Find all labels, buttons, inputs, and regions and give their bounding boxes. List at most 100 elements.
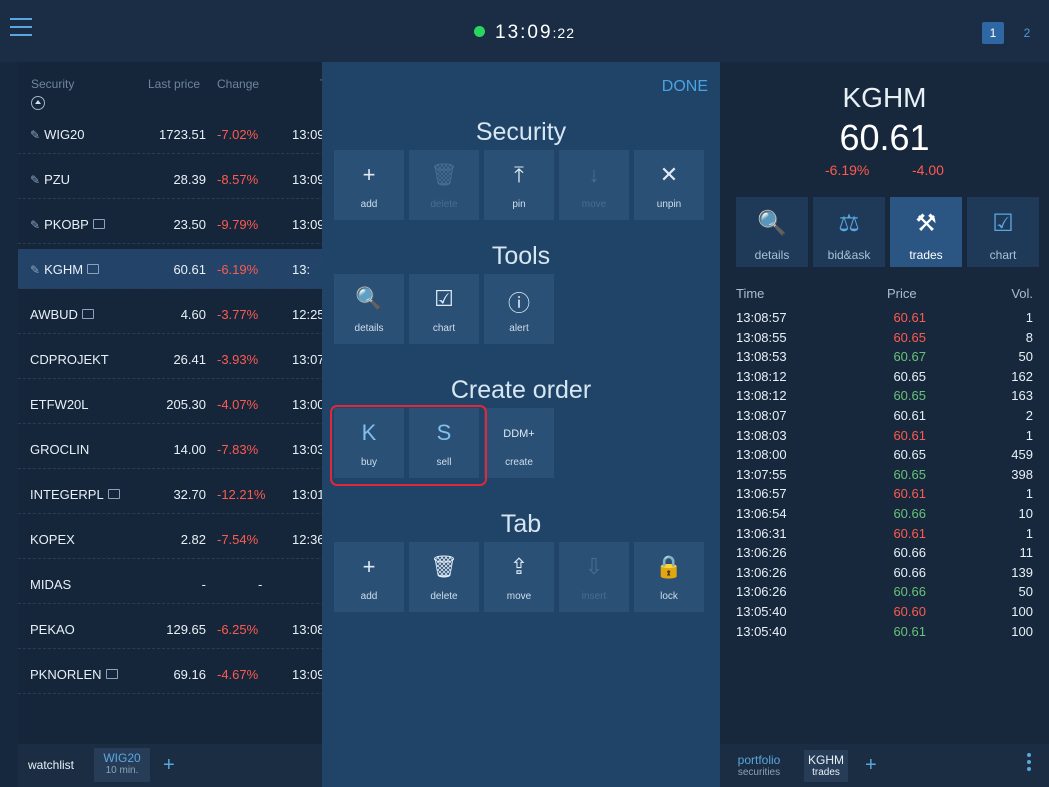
trade-volume: 50 xyxy=(1018,584,1033,600)
security-name-text: WIG20 xyxy=(44,127,85,142)
clock-time: 13:09 xyxy=(495,22,553,43)
order-create-button[interactable]: DDM+ create xyxy=(484,408,554,478)
trade-row: 13:06:26 60.66 11 xyxy=(720,545,1049,565)
detail-ticker: KGHM xyxy=(842,82,927,113)
security-name: INTEGERPL xyxy=(30,487,120,502)
chart-icon: ☑ xyxy=(992,210,1014,237)
tools-alert-button[interactable]: ⓘ alert xyxy=(484,274,554,344)
detail-button-label: details xyxy=(754,248,790,262)
trade-row: 13:08:12 60.65 162 xyxy=(720,369,1049,389)
alert-icon: ⓘ xyxy=(507,291,530,316)
change: -4.07% xyxy=(217,397,259,412)
table-row[interactable]: INTEGERPL 32.70 -12.21% 13:01 xyxy=(18,474,334,514)
tab-portfolio-label: portfolio xyxy=(737,753,781,767)
table-row[interactable]: AWBUD 4.60 -3.77% 12:25 xyxy=(18,294,334,334)
detail-change-abs: -4.00 xyxy=(912,162,944,178)
done-button[interactable]: DONE xyxy=(662,78,708,96)
trade-time: 13:09 xyxy=(292,127,322,142)
table-row[interactable]: GROCLIN 14.00 -7.83% 13:03 xyxy=(18,429,334,469)
tab-portfolio-sub: securities xyxy=(737,767,781,778)
tab-delete-button[interactable]: 🗑 delete xyxy=(409,542,479,612)
tile-label: chart xyxy=(432,323,456,334)
tab-portfolio[interactable]: portfolio securities xyxy=(734,750,784,782)
detail-details-button[interactable]: 🔍 details xyxy=(736,197,808,267)
download-icon: ⇩ xyxy=(584,554,604,579)
tab-kghm-trades[interactable]: KGHM trades xyxy=(804,750,848,782)
tile-label: details xyxy=(354,323,384,334)
detail-trades-button[interactable]: ⚒ trades xyxy=(890,197,962,267)
table-row[interactable]: PKNORLEN 69.16 -4.67% 13:09 xyxy=(18,654,334,694)
detail-button-label: bid&ask xyxy=(827,248,871,262)
table-row[interactable]: ✎ PKOBP 23.50 -9.79% 13:09 xyxy=(18,204,334,244)
security-name: AWBUD xyxy=(30,307,94,322)
trade-price: 60.60 xyxy=(893,604,926,619)
last-price: 4.60 xyxy=(180,307,206,322)
security-pin-button[interactable]: ⤒ pin xyxy=(484,150,554,220)
trade-row: 13:06:57 60.61 1 xyxy=(720,486,1049,506)
sort-ascending-icon[interactable] xyxy=(31,96,45,110)
last-price: 23.50 xyxy=(173,217,206,232)
add-tab-button-right[interactable]: + xyxy=(865,750,877,782)
table-row[interactable]: MIDAS - - xyxy=(18,564,334,604)
tab-watchlist[interactable]: watchlist xyxy=(22,748,80,782)
last-price: 60.61 xyxy=(173,262,206,277)
trade-price: 60.61 xyxy=(893,310,926,325)
add-tab-button[interactable]: + xyxy=(163,748,175,782)
trade-time: 13:00 xyxy=(292,397,322,412)
trade-time: 13:08 xyxy=(292,622,322,637)
tools-chart-button[interactable]: ☑ chart xyxy=(409,274,479,344)
detail-chart-button[interactable]: ☑ chart xyxy=(967,197,1039,267)
trade-time: 13:09 xyxy=(292,667,322,682)
gavel-icon: ⚒ xyxy=(915,210,937,237)
tab-lock-button[interactable]: 🔒 lock xyxy=(634,542,704,612)
col-last-price[interactable]: Last price xyxy=(148,77,200,91)
security-name: CDPROJEKT xyxy=(30,352,109,367)
watchlist-header: Security Last price Change T xyxy=(18,62,334,114)
table-row[interactable]: ETFW20L 205.30 -4.07% 13:00 xyxy=(18,384,334,424)
security-add-button[interactable]: + add xyxy=(334,150,404,220)
trade-time: 13:08:03 xyxy=(736,427,787,443)
pin-icon: ✎ xyxy=(30,263,41,277)
security-name-text: GROCLIN xyxy=(30,442,90,457)
detail-bid-ask-button[interactable]: ⚖ bid&ask xyxy=(813,197,885,267)
table-row[interactable]: ✎ KGHM 60.61 -6.19% 13: xyxy=(18,249,334,289)
security-unpin-button[interactable]: ✕ unpin xyxy=(634,150,704,220)
tile-label: add xyxy=(360,591,378,602)
table-row[interactable]: KOPEX 2.82 -7.54% 12:36 xyxy=(18,519,334,559)
tab-move-button[interactable]: ⇪ move xyxy=(484,542,554,612)
col-change[interactable]: Change xyxy=(217,77,259,91)
tab-add-button[interactable]: + add xyxy=(334,542,404,612)
section-title-create-order: Create order xyxy=(450,376,592,404)
tab-wig20-sub: 10 min. xyxy=(105,765,139,776)
detail-panel: KGHM 60.61 -6.19% -4.00 🔍 details ⚖ bid&ask… xyxy=(720,62,1049,787)
change: -7.54% xyxy=(217,532,259,547)
trade-volume: 50 xyxy=(1018,349,1033,365)
wallet-icon xyxy=(107,489,120,499)
connection-status-icon xyxy=(474,26,485,37)
trade-row: 13:06:31 60.61 1 xyxy=(720,526,1049,546)
hamburger-menu-icon[interactable] xyxy=(10,18,32,40)
last-price: 205.30 xyxy=(166,397,206,412)
detail-change-pct: -6.19% xyxy=(825,162,870,178)
trade-row: 13:08:00 60.65 459 xyxy=(720,447,1049,467)
popover-caret xyxy=(310,265,322,285)
col-security[interactable]: Security xyxy=(31,77,74,91)
tools-details-button[interactable]: 🔍 details xyxy=(334,274,404,344)
tile-label: delete xyxy=(430,591,458,602)
page-1-button[interactable]: 1 xyxy=(982,22,1004,44)
trade-price: 60.67 xyxy=(893,349,926,365)
change: -6.25% xyxy=(217,622,259,637)
page-2-button[interactable]: 2 xyxy=(1016,22,1038,44)
detail-tab-bar: portfolio securities KGHM trades + xyxy=(720,744,1049,787)
trade-time: 13:06:26 xyxy=(736,584,787,600)
table-row[interactable]: CDPROJEKT 26.41 -3.93% 13:07 xyxy=(18,339,334,379)
table-row[interactable]: PEKAO 129.65 -6.25% 13:08 xyxy=(18,609,334,649)
table-row[interactable]: ✎ PZU 28.39 -8.57% 13:09 xyxy=(18,159,334,199)
trade-price: 60.66 xyxy=(893,545,926,561)
detail-button-label: chart xyxy=(989,248,1017,262)
change: -6.19% xyxy=(217,262,259,277)
table-row[interactable]: ✎ WIG20 1723.51 -7.02% 13:09 xyxy=(18,114,334,154)
tab-wig20[interactable]: WIG20 10 min. xyxy=(94,748,150,782)
more-options-icon[interactable] xyxy=(1027,753,1031,774)
trade-time: 13:06:54 xyxy=(736,506,787,521)
